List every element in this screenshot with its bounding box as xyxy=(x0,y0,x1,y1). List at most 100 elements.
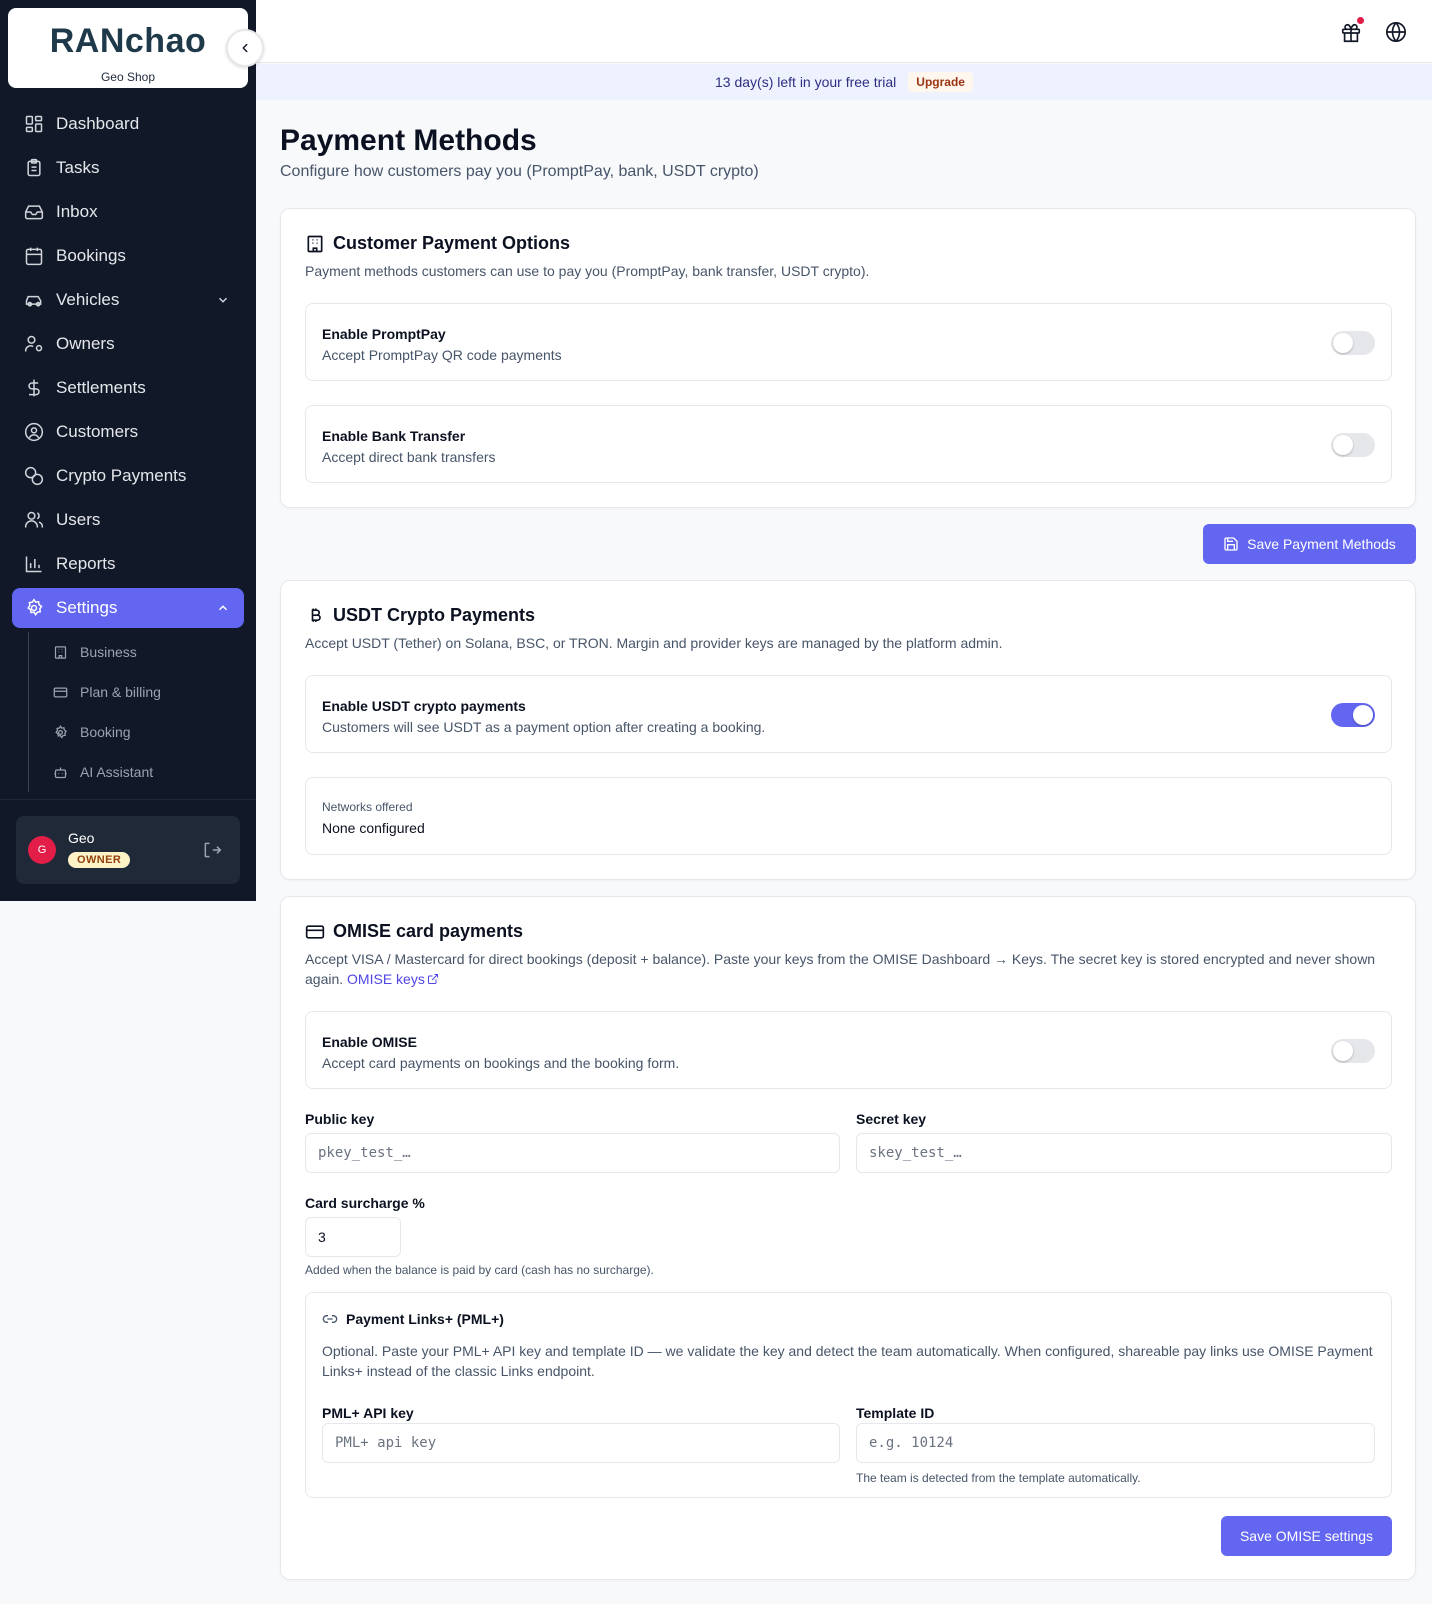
top-bar xyxy=(256,0,1432,63)
public-key-input[interactable] xyxy=(305,1133,840,1173)
sidebar-divider xyxy=(0,799,256,800)
building-icon xyxy=(54,645,67,659)
template-id-label: Template ID xyxy=(856,1405,935,1421)
save-omise-settings-button[interactable]: Save OMISE settings xyxy=(1221,1516,1392,1556)
page-title: Payment Methods xyxy=(280,124,537,157)
subnav-item-booking[interactable]: Booking xyxy=(29,712,238,752)
toggle-subtitle: Customers will see USDT as a payment opt… xyxy=(322,719,766,735)
public-key-label: Public key xyxy=(305,1111,375,1127)
credit-card-icon xyxy=(53,687,68,697)
usdt-switch[interactable] xyxy=(1331,703,1375,727)
nav-label: Reports xyxy=(56,554,116,573)
clipboard-icon xyxy=(27,158,41,177)
secret-key-input[interactable] xyxy=(856,1133,1392,1173)
brand-logo-box[interactable]: RANchao Geo Shop xyxy=(8,8,248,88)
inbox-icon xyxy=(24,205,44,220)
nav-item-inbox[interactable]: Inbox xyxy=(12,192,244,232)
chevron-up-icon xyxy=(218,605,228,611)
pml-api-key-label: PML+ API key xyxy=(322,1405,414,1421)
toggle-title: Enable USDT crypto payments xyxy=(322,698,526,714)
trial-banner: 13 day(s) left in your free trial Upgrad… xyxy=(256,64,1432,100)
avatar: G xyxy=(28,836,56,864)
pml-api-key-input[interactable] xyxy=(322,1423,840,1463)
card-title-text: USDT Crypto Payments xyxy=(333,605,536,625)
subnav-label: Business xyxy=(80,644,137,660)
main-nav: Dashboard Tasks Inbox Bookings Vehicles … xyxy=(12,104,244,632)
nav-item-vehicles[interactable]: Vehicles xyxy=(12,280,244,320)
upgrade-button[interactable]: Upgrade xyxy=(908,72,973,92)
notification-dot xyxy=(1357,17,1364,24)
building-icon xyxy=(307,235,323,252)
switch-knob xyxy=(1333,333,1353,353)
nav-label: Bookings xyxy=(56,246,126,265)
bank-transfer-toggle-row: Enable Bank Transfer Accept direct bank … xyxy=(305,405,1392,483)
link-icon xyxy=(322,1315,338,1323)
toggle-subtitle: Accept direct bank transfers xyxy=(322,449,496,465)
pml-description: Optional. Paste your PML+ API key and te… xyxy=(322,1343,1373,1379)
globe-icon[interactable] xyxy=(1385,21,1407,43)
credit-card-icon xyxy=(305,924,325,939)
omise-card: OMISE card payments Accept VISA / Master… xyxy=(280,896,1416,1580)
template-id-input[interactable] xyxy=(856,1423,1375,1463)
bar-chart-icon xyxy=(25,556,42,573)
subnav-item-plan-billing[interactable]: Plan & billing xyxy=(29,672,238,712)
calendar-icon xyxy=(25,247,43,266)
brand-logo: RANchao xyxy=(49,22,207,60)
card-title-text: Customer Payment Options xyxy=(333,233,571,253)
nav-item-users[interactable]: Users xyxy=(12,500,244,540)
omise-keys-link[interactable]: OMISE keys xyxy=(347,971,439,987)
card-title: USDT Crypto Payments xyxy=(305,605,535,626)
nav-item-customers[interactable]: Customers xyxy=(12,412,244,452)
subnav-item-business[interactable]: Business xyxy=(29,632,238,672)
promptpay-toggle-row: Enable PromptPay Accept PromptPay QR cod… xyxy=(305,303,1392,381)
nav-label: Settlements xyxy=(56,378,146,397)
dollar-icon xyxy=(28,379,40,397)
toggle-title: Enable Bank Transfer xyxy=(322,428,466,444)
page-subtitle: Configure how customers pay you (PromptP… xyxy=(280,163,759,180)
usdt-toggle-row: Enable USDT crypto payments Customers wi… xyxy=(305,675,1392,753)
nav-item-bookings[interactable]: Bookings xyxy=(12,236,244,276)
nav-item-dashboard[interactable]: Dashboard xyxy=(12,104,244,144)
gear-icon xyxy=(27,598,43,617)
surcharge-label: Card surcharge % xyxy=(305,1195,425,1211)
card-description: Accept VISA / Mastercard for direct book… xyxy=(305,949,1393,989)
collapse-sidebar-button[interactable] xyxy=(226,29,264,67)
pml-title: Payment Links+ (PML+) xyxy=(322,1311,504,1327)
omise-toggle-row: Enable OMISE Accept card payments on boo… xyxy=(305,1011,1392,1089)
description-text: Accept VISA / Mastercard for direct book… xyxy=(305,951,1376,987)
gift-icon[interactable] xyxy=(1340,22,1362,44)
nav-label: Settings xyxy=(56,598,118,617)
save-payment-methods-button[interactable]: Save Payment Methods xyxy=(1203,524,1416,564)
nav-item-settlements[interactable]: Settlements xyxy=(12,368,244,408)
surcharge-input[interactable] xyxy=(305,1217,401,1257)
card-title-text: OMISE card payments xyxy=(333,921,524,941)
gear-icon xyxy=(55,724,67,739)
customer-payment-options-card: Customer Payment Options Payment methods… xyxy=(280,208,1416,508)
role-badge: OWNER xyxy=(68,852,131,868)
secret-key-label: Secret key xyxy=(856,1111,927,1127)
nav-item-owners[interactable]: Owners xyxy=(12,324,244,364)
button-label: Save OMISE settings xyxy=(1239,1528,1374,1544)
card-title: Customer Payment Options xyxy=(305,233,570,254)
nav-item-reports[interactable]: Reports xyxy=(12,544,244,584)
nav-label: Vehicles xyxy=(56,290,120,309)
nav-label: Customers xyxy=(56,422,139,441)
subnav-item-ai-assistant[interactable]: AI Assistant xyxy=(29,752,238,792)
link-text: OMISE keys xyxy=(347,971,425,987)
bank-transfer-switch[interactable] xyxy=(1331,433,1375,457)
nav-item-tasks[interactable]: Tasks xyxy=(12,148,244,188)
user-cog-icon xyxy=(24,335,43,352)
nav-item-settings[interactable]: Settings xyxy=(12,588,244,628)
subnav-label: Plan & billing xyxy=(80,684,161,700)
template-id-hint: The team is detected from the template a… xyxy=(856,1471,1141,1485)
nav-label: Owners xyxy=(56,334,115,353)
nav-item-crypto-payments[interactable]: Crypto Payments xyxy=(12,456,244,496)
nav-label: Tasks xyxy=(56,158,100,177)
chevron-down-icon xyxy=(218,297,228,303)
trial-text: 13 day(s) left in your free trial xyxy=(715,74,897,90)
logout-icon[interactable] xyxy=(202,840,222,860)
card-title: OMISE card payments xyxy=(305,921,523,942)
promptpay-switch[interactable] xyxy=(1331,331,1375,355)
nav-label: Inbox xyxy=(56,202,98,221)
omise-switch[interactable] xyxy=(1331,1039,1375,1063)
